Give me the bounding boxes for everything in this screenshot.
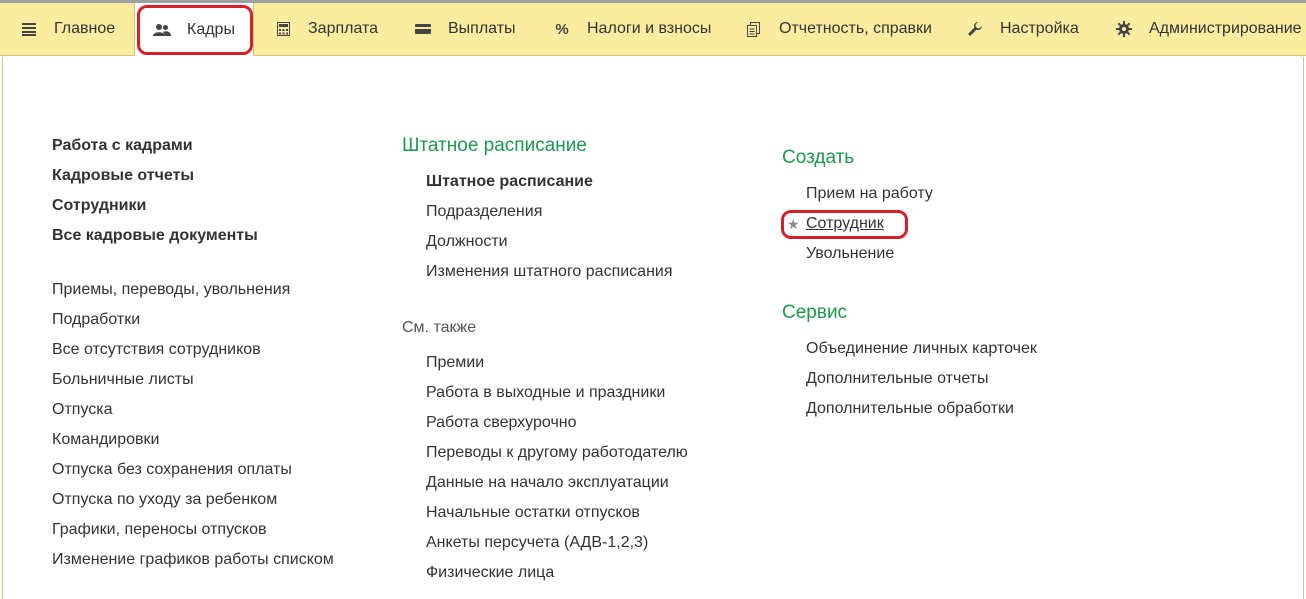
link-vacations[interactable]: Отпуска [52, 400, 113, 420]
calculator-icon [274, 20, 292, 38]
nav-item-label: Выплаты [448, 20, 516, 37]
link-additional-processing[interactable]: Дополнительные обработки [806, 399, 1014, 419]
nav-item-main[interactable]: Главное [20, 3, 115, 55]
link-employer-transfers[interactable]: Переводы к другому работодателю [426, 443, 688, 463]
section-panel [0, 57, 1306, 599]
nav-item-reports[interactable]: Отчетность, справки [745, 3, 932, 55]
nav-item-label: Отчетность, справки [779, 20, 932, 37]
header-create: Создать [782, 147, 855, 168]
link-bonuses[interactable]: Премии [426, 353, 484, 373]
link-vacation-schedules[interactable]: Графики, переносы отпусков [52, 520, 266, 540]
header-service: Сервис [782, 302, 848, 323]
link-childcare-leaves[interactable]: Отпуска по уходу за ребенком [52, 490, 277, 510]
nav-item-label: Налоги и взносы [587, 20, 712, 37]
link-hires-transfers-dismissals[interactable]: Приемы, переводы, увольнения [52, 280, 290, 300]
link-staffing-table[interactable]: Штатное расписание [426, 172, 593, 192]
link-create-dismissal[interactable]: Увольнение [806, 244, 894, 264]
link-create-hire[interactable]: Прием на работу [806, 184, 933, 204]
link-unpaid-vacations[interactable]: Отпуска без сохранения оплаты [52, 460, 292, 480]
favorite-star-icon[interactable]: ★ [787, 214, 800, 234]
link-all-absences[interactable]: Все отсутствия сотрудников [52, 340, 261, 360]
nav-item-taxes[interactable]: % Налоги и взносы [553, 3, 711, 55]
header-see-also: См. также [402, 319, 477, 336]
link-merge-personal-cards[interactable]: Объединение личных карточек [806, 339, 1037, 359]
header-staffing: Штатное расписание [402, 135, 587, 156]
link-work-schedule-changes[interactable]: Изменение графиков работы списком [52, 550, 334, 570]
link-initial-vacation-balances[interactable]: Начальные остатки отпусков [426, 503, 640, 523]
link-hr-reports[interactable]: Кадровые отчеты [52, 166, 194, 186]
panel-border-left [2, 57, 3, 599]
percent-icon: % [555, 20, 569, 38]
people-icon [153, 21, 171, 39]
nav-item-admin[interactable]: Администрирование [1115, 3, 1302, 55]
link-all-hr-documents[interactable]: Все кадровые документы [52, 226, 258, 246]
nav-item-label: Зарплата [308, 20, 379, 37]
link-employees[interactable]: Сотрудники [52, 196, 146, 216]
link-holiday-work[interactable]: Работа в выходные и праздники [426, 383, 665, 403]
nav-item-settings[interactable]: Настройка [966, 3, 1079, 55]
gear-icon [1115, 20, 1133, 38]
link-hr-work[interactable]: Работа с кадрами [52, 136, 193, 156]
link-departments[interactable]: Подразделения [426, 202, 542, 222]
section-navbar: Главное Кадры Зарплата Выплаты % Налоги … [0, 3, 1306, 56]
link-overtime[interactable]: Работа сверхурочно [426, 413, 577, 433]
wallet-icon [414, 20, 432, 38]
link-side-jobs[interactable]: Подработки [52, 310, 140, 330]
link-additional-reports[interactable]: Дополнительные отчеты [806, 369, 989, 389]
nav-item-hr[interactable]: Кадры [134, 3, 254, 56]
link-staffing-changes[interactable]: Изменения штатного расписания [426, 262, 673, 282]
nav-item-salary[interactable]: Зарплата [274, 3, 378, 55]
link-business-trips[interactable]: Командировки [52, 430, 159, 450]
nav-item-label: Главное [54, 20, 116, 37]
link-personnel-forms[interactable]: Анкеты персучета (АДВ-1,2,3) [426, 533, 648, 553]
menu-lines-icon [20, 20, 38, 38]
nav-item-label: Кадры [187, 20, 235, 38]
link-individuals[interactable]: Физические лица [426, 563, 554, 583]
wrench-icon [966, 20, 984, 38]
panel-border-right [1303, 57, 1304, 599]
nav-item-label: Администрирование [1149, 20, 1302, 37]
nav-item-label: Настройка [1000, 20, 1079, 37]
documents-icon [745, 20, 763, 38]
nav-item-payments[interactable]: Выплаты [414, 3, 516, 55]
link-create-employee[interactable]: Сотрудник [806, 214, 884, 234]
link-sick-leaves[interactable]: Больничные листы [52, 370, 194, 390]
link-initial-data[interactable]: Данные на начало эксплуатации [426, 473, 669, 493]
link-positions[interactable]: Должности [426, 232, 508, 252]
